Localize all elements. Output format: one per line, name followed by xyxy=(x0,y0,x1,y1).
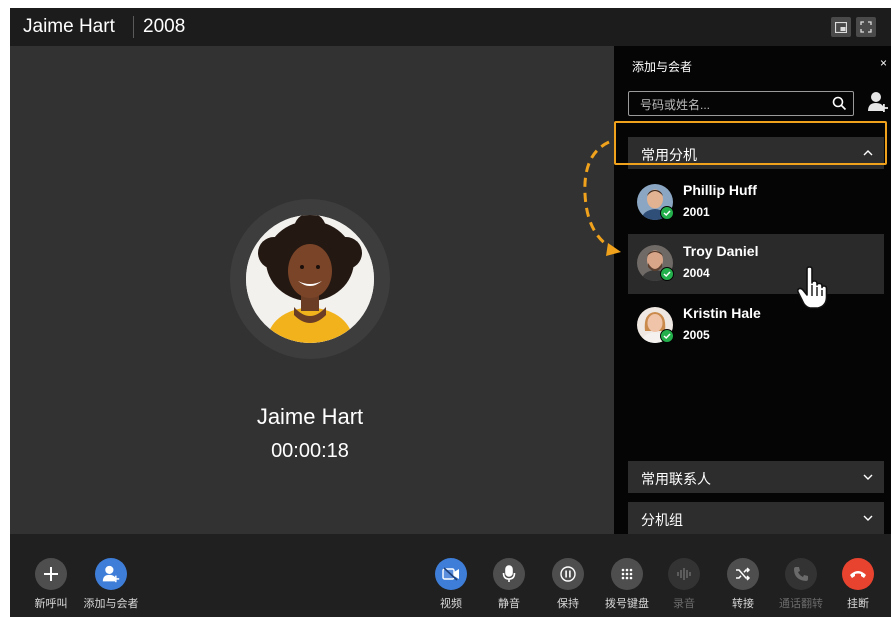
video-label: 视频 xyxy=(440,598,462,610)
fullscreen-icon xyxy=(860,21,872,33)
hang-up-icon xyxy=(842,558,874,590)
contact-name: Troy Daniel xyxy=(683,243,759,259)
hand-cursor-icon xyxy=(796,266,828,309)
transfer-button[interactable]: 转接 xyxy=(713,558,773,611)
record-label: 录音 xyxy=(673,598,695,610)
section-favorite-contacts[interactable]: 常用联系人 xyxy=(628,461,884,493)
status-available-icon xyxy=(660,329,674,343)
add-participant-icon xyxy=(95,558,127,590)
status-available-icon xyxy=(660,267,674,281)
shuffle-icon xyxy=(727,558,759,590)
fullscreen-button[interactable] xyxy=(856,17,876,37)
extension-item-2001[interactable]: Phillip Huff 2001 xyxy=(628,173,884,233)
status-available-icon xyxy=(660,206,674,220)
mute-label: 静音 xyxy=(498,598,520,610)
panel-title: 添加与会者 xyxy=(632,60,693,74)
add-participant-label: 添加与会者 xyxy=(83,598,139,610)
contact-name: Kristin Hale xyxy=(683,305,761,321)
search-input[interactable]: 号码或姓名... xyxy=(628,91,854,116)
title-extension: 2008 xyxy=(143,16,186,37)
picture-in-picture-icon xyxy=(835,21,847,33)
call-flip-button[interactable]: 通话翻转 xyxy=(771,558,831,611)
search-icon[interactable] xyxy=(832,96,847,111)
contact-name: Phillip Huff xyxy=(683,182,757,198)
keypad-icon xyxy=(611,558,643,590)
call-flip-label: 通话翻转 xyxy=(779,598,823,610)
title-divider xyxy=(133,16,134,38)
phone-flip-icon xyxy=(785,558,817,590)
record-button[interactable]: 录音 xyxy=(654,558,714,611)
hang-up-label: 挂断 xyxy=(847,598,869,610)
microphone-icon xyxy=(493,558,525,590)
chevron-down-icon xyxy=(863,515,873,521)
call-stage: Jaime Hart 00:00:18 xyxy=(10,46,614,534)
video-button[interactable]: 视频 xyxy=(421,558,481,611)
extension-item-2004[interactable]: Troy Daniel 2004 xyxy=(628,234,884,294)
title-caller-name: Jaime Hart xyxy=(23,16,115,37)
pause-icon xyxy=(552,558,584,590)
hold-label: 保持 xyxy=(557,598,579,610)
panel-close-button[interactable]: × xyxy=(880,56,887,70)
hold-button[interactable]: 保持 xyxy=(538,558,598,611)
caller-avatar xyxy=(246,215,374,343)
video-off-icon xyxy=(435,558,467,590)
hang-up-button[interactable]: 挂断 xyxy=(828,558,888,611)
extension-item-2005[interactable]: Kristin Hale 2005 xyxy=(628,296,884,356)
picture-in-picture-button[interactable] xyxy=(831,17,851,37)
add-participant-panel: 添加与会者 × 号码或姓名... 常用分机 Phillip Huff 2001 … xyxy=(614,46,891,534)
contact-extension: 2001 xyxy=(683,205,710,219)
keypad-label: 拨号键盘 xyxy=(605,598,649,610)
add-participant-button[interactable]: 添加与会者 xyxy=(81,558,141,611)
call-timer: 00:00:18 xyxy=(271,440,349,462)
caller-name: Jaime Hart xyxy=(256,404,364,429)
keypad-button[interactable]: 拨号键盘 xyxy=(597,558,657,611)
search-placeholder: 号码或姓名... xyxy=(640,98,711,112)
new-call-label: 新呼叫 xyxy=(34,598,68,610)
highlight-frame xyxy=(614,121,887,165)
new-call-button[interactable]: 新呼叫 xyxy=(21,558,81,611)
add-user-icon[interactable] xyxy=(868,91,888,113)
section-favorite-contacts-label: 常用联系人 xyxy=(641,471,711,487)
plus-icon xyxy=(35,558,67,590)
curved-arrow-icon xyxy=(583,140,621,256)
title-bar: Jaime Hart 2008 xyxy=(10,8,891,46)
call-toolbar: 新呼叫 添加与会者 视频 静音 保持 拨号键盘 录音 转接 通话翻转 挂断 xyxy=(10,534,891,617)
contact-extension: 2004 xyxy=(683,266,710,280)
section-extension-groups-label: 分机组 xyxy=(641,512,683,528)
contact-extension: 2005 xyxy=(683,328,710,342)
mute-button[interactable]: 静音 xyxy=(479,558,539,611)
audio-wave-icon xyxy=(668,558,700,590)
transfer-label: 转接 xyxy=(732,598,754,610)
section-extension-groups[interactable]: 分机组 xyxy=(628,502,884,534)
call-window: Jaime Hart 2008 Jaime Hart 00:00:18 添加与会… xyxy=(10,8,891,617)
chevron-down-icon xyxy=(863,474,873,480)
